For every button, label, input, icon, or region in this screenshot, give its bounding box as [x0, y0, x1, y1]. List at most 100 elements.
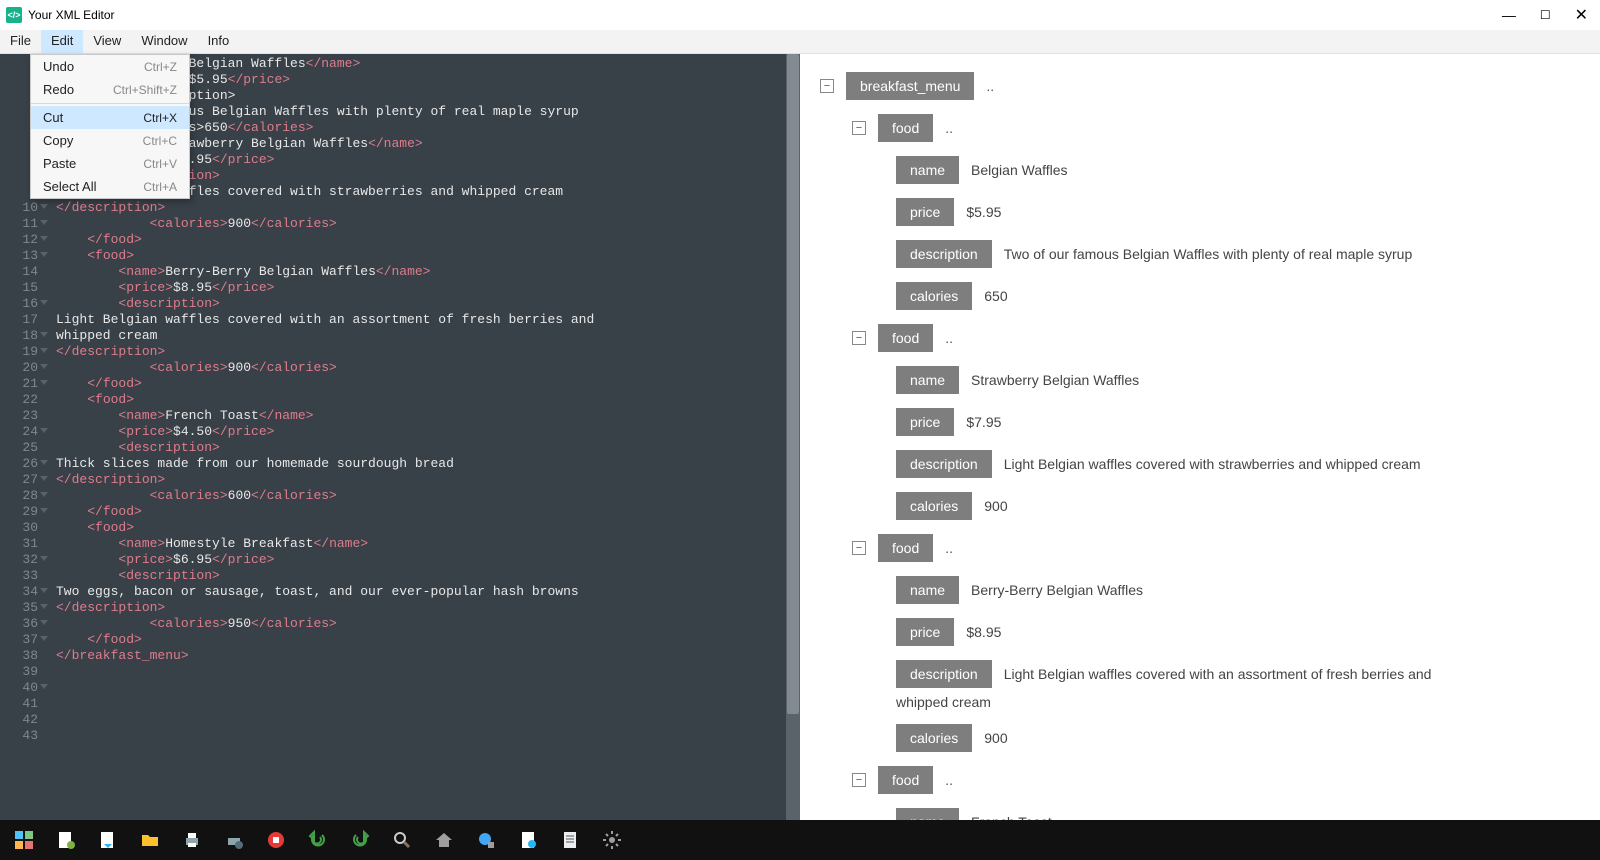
- open-file-icon[interactable]: [98, 830, 118, 850]
- tree-pane: − breakfast_menu .. − food .. name Belgi…: [800, 54, 1600, 820]
- edit-undo[interactable]: Undo Ctrl+Z: [31, 55, 189, 78]
- value-price: $7.95: [966, 414, 1001, 430]
- edit-paste-shortcut: Ctrl+V: [143, 157, 177, 171]
- tag-description: description: [896, 240, 992, 268]
- menu-info[interactable]: Info: [198, 30, 240, 53]
- tree-root-dots: ..: [986, 78, 994, 94]
- titlebar: </> Your XML Editor — ☐ ✕: [0, 0, 1600, 30]
- document-icon[interactable]: [560, 830, 580, 850]
- scrollbar-thumb[interactable]: [787, 54, 799, 714]
- collapse-icon[interactable]: −: [852, 121, 866, 135]
- document-add-icon[interactable]: [518, 830, 538, 850]
- edit-cut-shortcut: Ctrl+X: [143, 111, 177, 125]
- tree-item-price[interactable]: price $5.95: [896, 198, 1580, 226]
- edit-undo-shortcut: Ctrl+Z: [144, 60, 177, 74]
- tree-item-price[interactable]: price $8.95: [896, 618, 1580, 646]
- value-description: Light Belgian waffles covered with an as…: [1004, 666, 1432, 682]
- folder-icon[interactable]: [140, 830, 160, 850]
- tree-item-name[interactable]: name Strawberry Belgian Waffles: [896, 366, 1580, 394]
- collapse-icon[interactable]: −: [852, 541, 866, 555]
- taskbar: [0, 820, 1600, 860]
- value-price: $8.95: [966, 624, 1001, 640]
- tree-item-calories[interactable]: calories 900: [896, 724, 1580, 752]
- tree-food-dots: ..: [945, 772, 953, 788]
- collapse-icon[interactable]: −: [852, 773, 866, 787]
- editor-scrollbar[interactable]: [786, 54, 800, 820]
- tree-item-description[interactable]: description Light Belgian waffles covere…: [896, 450, 1580, 478]
- close-icon[interactable]: ✕: [1575, 5, 1588, 25]
- maximize-icon[interactable]: ☐: [1540, 8, 1551, 22]
- value-name: French Toast: [971, 814, 1052, 820]
- search-icon[interactable]: [392, 830, 412, 850]
- edit-cut-label: Cut: [43, 110, 63, 125]
- tree-food-4[interactable]: − food ..: [852, 766, 1580, 794]
- tag-calories: calories: [896, 724, 972, 752]
- main: 1234567891011121314151617181920212223242…: [0, 54, 1600, 820]
- menu-file[interactable]: File: [0, 30, 41, 53]
- tree-root-tag: breakfast_menu: [846, 72, 974, 100]
- edit-paste-label: Paste: [43, 156, 76, 171]
- menu-window[interactable]: Window: [131, 30, 197, 53]
- redo-icon[interactable]: [350, 830, 370, 850]
- print-settings-icon[interactable]: [224, 830, 244, 850]
- tree-food-tag: food: [878, 766, 933, 794]
- edit-paste[interactable]: Paste Ctrl+V: [31, 152, 189, 175]
- tree-food-dots: ..: [945, 540, 953, 556]
- tree-food-dots: ..: [945, 120, 953, 136]
- tree-item-calories[interactable]: calories 650: [896, 282, 1580, 310]
- tree-food-tag: food: [878, 534, 933, 562]
- menu-edit[interactable]: Edit: [41, 30, 83, 53]
- tag-name: name: [896, 156, 959, 184]
- tag-name: name: [896, 808, 959, 820]
- edit-selectall[interactable]: Select All Ctrl+A: [31, 175, 189, 198]
- menubar: File Edit View Window Info Undo Ctrl+Z R…: [0, 30, 1600, 54]
- edit-cut[interactable]: Cut Ctrl+X: [31, 106, 189, 129]
- home-icon[interactable]: [434, 830, 454, 850]
- edit-selectall-label: Select All: [43, 179, 96, 194]
- value-price: $5.95: [966, 204, 1001, 220]
- stop-icon[interactable]: [266, 830, 286, 850]
- value-calories: 900: [984, 730, 1007, 746]
- tree-food-1[interactable]: − food ..: [852, 114, 1580, 142]
- edit-selectall-shortcut: Ctrl+A: [143, 180, 177, 194]
- print-icon[interactable]: [182, 830, 202, 850]
- tag-name: name: [896, 366, 959, 394]
- tree-item-description[interactable]: description Light Belgian waffles covere…: [896, 660, 1580, 688]
- globe-icon[interactable]: [476, 830, 496, 850]
- collapse-icon[interactable]: −: [852, 331, 866, 345]
- value-description: Two of our famous Belgian Waffles with p…: [1004, 246, 1413, 262]
- value-description: Light Belgian waffles covered with straw…: [1004, 456, 1421, 472]
- tree-item-price[interactable]: price $7.95: [896, 408, 1580, 436]
- edit-copy-shortcut: Ctrl+C: [143, 134, 177, 148]
- menu-view[interactable]: View: [83, 30, 131, 53]
- collapse-icon[interactable]: −: [820, 79, 834, 93]
- edit-copy-label: Copy: [43, 133, 73, 148]
- edit-redo-shortcut: Ctrl+Shift+Z: [113, 83, 177, 97]
- settings-icon[interactable]: [602, 830, 622, 850]
- value-name: Belgian Waffles: [971, 162, 1068, 178]
- tree-root[interactable]: − breakfast_menu ..: [820, 72, 1580, 100]
- tag-description: description: [896, 660, 992, 688]
- value-calories: 650: [984, 288, 1007, 304]
- new-file-icon[interactable]: [56, 830, 76, 850]
- tree-item-name[interactable]: name French Toast: [896, 808, 1580, 820]
- tree-item-name[interactable]: name Berry-Berry Belgian Waffles: [896, 576, 1580, 604]
- undo-icon[interactable]: [308, 830, 328, 850]
- tag-price: price: [896, 618, 954, 646]
- value-calories: 900: [984, 498, 1007, 514]
- tag-calories: calories: [896, 492, 972, 520]
- tree-item-calories[interactable]: calories 900: [896, 492, 1580, 520]
- edit-undo-label: Undo: [43, 59, 74, 74]
- start-icon[interactable]: [14, 830, 34, 850]
- tree-item-name[interactable]: name Belgian Waffles: [896, 156, 1580, 184]
- tag-name: name: [896, 576, 959, 604]
- app-icon: </>: [6, 7, 22, 23]
- edit-copy[interactable]: Copy Ctrl+C: [31, 129, 189, 152]
- tree-food-3[interactable]: − food ..: [852, 534, 1580, 562]
- edit-redo[interactable]: Redo Ctrl+Shift+Z: [31, 78, 189, 101]
- tree-food-2[interactable]: − food ..: [852, 324, 1580, 352]
- value-name: Berry-Berry Belgian Waffles: [971, 582, 1143, 598]
- tree-item-description[interactable]: description Two of our famous Belgian Wa…: [896, 240, 1580, 268]
- tag-description: description: [896, 450, 992, 478]
- minimize-icon[interactable]: —: [1502, 7, 1516, 23]
